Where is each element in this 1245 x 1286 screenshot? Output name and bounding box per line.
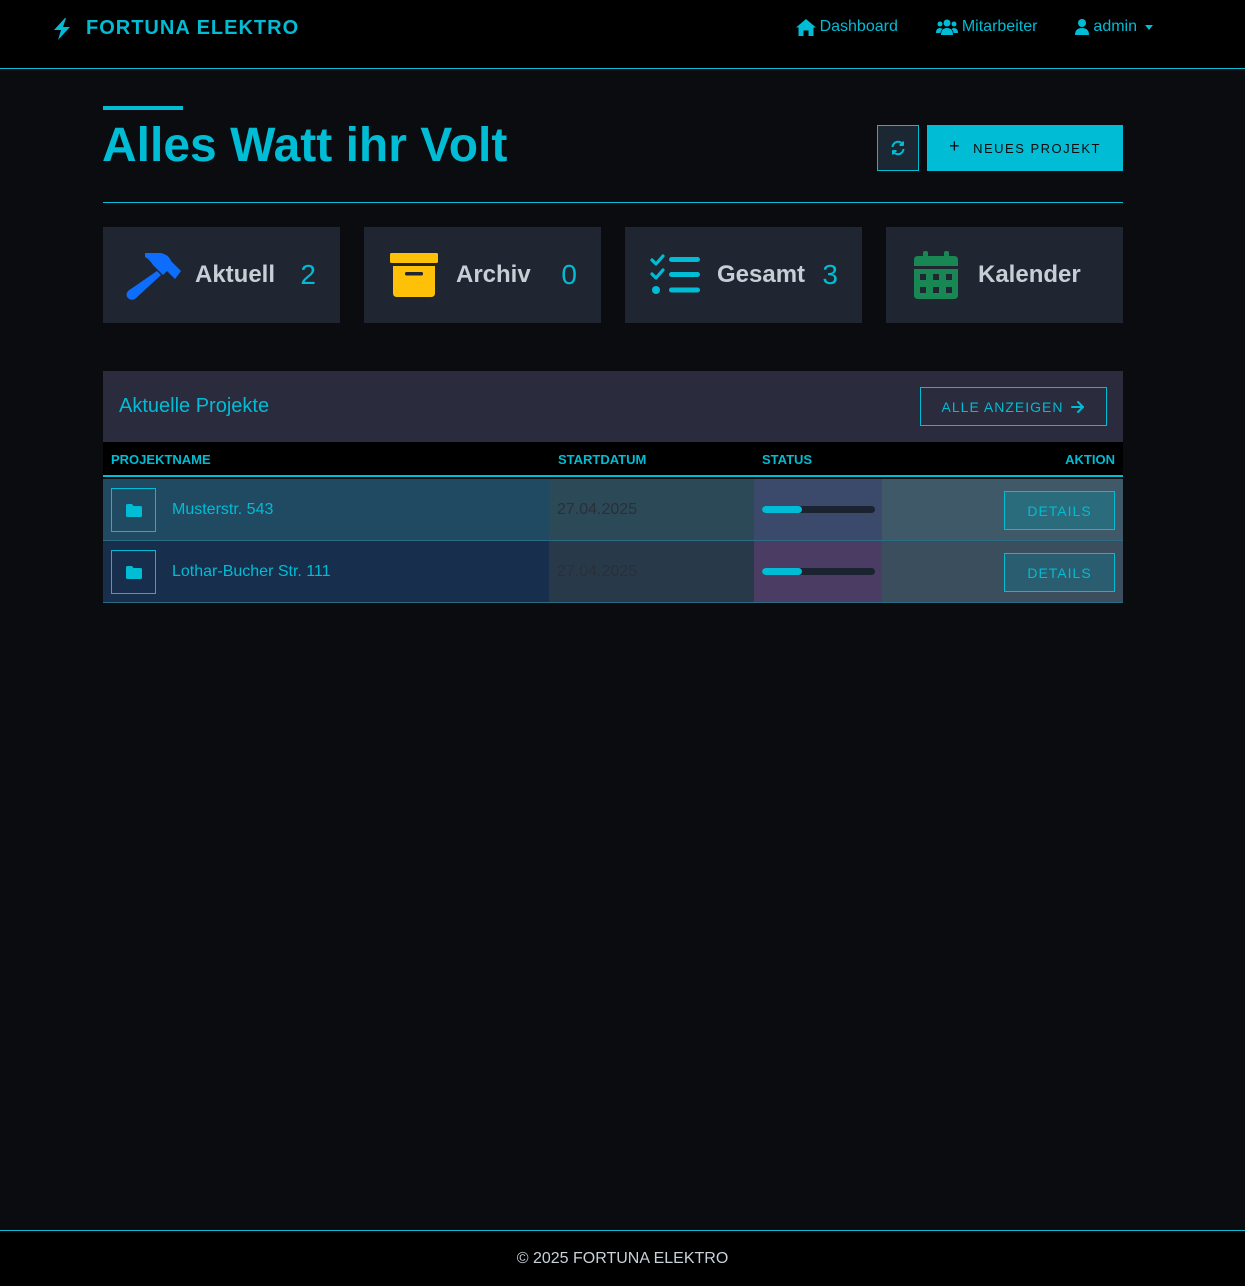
progress-bar — [762, 568, 875, 575]
details-button[interactable]: DETAILS — [1004, 491, 1115, 530]
calendar-icon — [908, 247, 964, 303]
navbar: FORTUNA ELEKTRO Dashboard Mitarbeiter ad… — [0, 0, 1245, 69]
nav-dashboard[interactable]: Dashboard — [795, 18, 898, 36]
stat-count: 2 — [300, 259, 316, 290]
show-all-label: ALLE ANZEIGEN — [941, 398, 1064, 415]
stat-count: 0 — [561, 259, 577, 290]
stat-label: Kalender — [978, 261, 1081, 288]
checklist-icon — [647, 247, 703, 303]
refresh-button[interactable] — [877, 125, 919, 171]
arrow-right-icon — [1063, 400, 1085, 413]
divider — [103, 202, 1123, 203]
nav-dashboard-label: Dashboard — [819, 18, 898, 35]
progress-fill — [762, 568, 802, 575]
stat-label: Archiv — [456, 261, 531, 288]
nav-employees-label: Mitarbeiter — [961, 18, 1038, 35]
page-title: Alles Watt ihr Volt — [102, 119, 508, 172]
footer: © 2025 FORTUNA ELEKTRO — [0, 1230, 1245, 1286]
table-row: Musterstr. 543 27.04.2025 DETAILS — [103, 479, 1123, 541]
progress-bar — [762, 506, 875, 513]
home-icon — [795, 18, 820, 36]
stat-label: Aktuell — [195, 261, 276, 288]
column-header: STARTDATUM — [558, 452, 647, 467]
brand-name: FORTUNA ELEKTRO — [86, 17, 300, 39]
start-date: 27.04.2025 — [557, 501, 638, 518]
column-header: STATUS — [762, 452, 813, 467]
user-icon — [1075, 19, 1093, 35]
bolt-icon — [52, 17, 72, 40]
folder-icon — [125, 565, 142, 579]
brand[interactable]: FORTUNA ELEKTRO — [52, 17, 299, 40]
chevron-down-icon — [1145, 24, 1153, 30]
new-project-button[interactable]: + NEUES PROJEKT — [927, 125, 1123, 171]
project-name-link[interactable]: Lothar-Bucher Str. 111 — [172, 563, 331, 581]
nav-employees[interactable]: Mitarbeiter — [935, 18, 1038, 36]
stat-count: 3 — [822, 259, 838, 290]
folder-icon — [125, 503, 142, 517]
start-date-cell: 27.04.2025 — [549, 479, 754, 540]
nav-links: Dashboard Mitarbeiter admin — [758, 18, 1153, 36]
status-cell — [754, 541, 882, 602]
project-name-cell: Lothar-Bucher Str. 111 — [103, 541, 549, 602]
start-date: 27.04.2025 — [557, 563, 638, 580]
archive-box-icon — [386, 247, 442, 303]
project-name-link[interactable]: Musterstr. 543 — [172, 501, 273, 519]
details-button[interactable]: DETAILS — [1004, 553, 1115, 592]
plus-icon: + — [949, 136, 962, 156]
stat-card-total[interactable]: Gesamt 3 — [625, 227, 862, 323]
user-menu-toggle[interactable]: admin — [1075, 18, 1153, 36]
column-header: PROJEKTNAME — [111, 452, 211, 467]
stat-card-current[interactable]: Aktuell 2 — [103, 227, 340, 323]
table-row: Lothar-Bucher Str. 111 27.04.2025 DETAIL… — [103, 541, 1123, 603]
stat-card-archive[interactable]: Archiv 0 — [364, 227, 601, 323]
folder-button[interactable] — [111, 488, 156, 532]
action-cell: DETAILS — [882, 479, 1123, 540]
projects-panel-title: Aktuelle Projekte — [119, 395, 270, 417]
refresh-icon — [890, 140, 906, 156]
projects-panel-header: Aktuelle Projekte ALLE ANZEIGEN — [103, 371, 1123, 442]
show-all-button[interactable]: ALLE ANZEIGEN — [920, 387, 1107, 426]
action-cell: DETAILS — [882, 541, 1123, 602]
stat-label: Gesamt — [717, 261, 806, 288]
status-cell — [754, 479, 882, 540]
table-header: PROJEKTNAME STARTDATUM STATUS AKTION — [103, 442, 1123, 477]
hammer-icon — [125, 247, 181, 303]
footer-text: © 2025 FORTUNA ELEKTRO — [516, 1249, 729, 1267]
stat-card-calendar[interactable]: Kalender — [886, 227, 1123, 323]
project-name-cell: Musterstr. 543 — [103, 479, 549, 540]
start-date-cell: 27.04.2025 — [549, 541, 754, 602]
user-name: admin — [1093, 18, 1137, 35]
progress-fill — [762, 506, 802, 513]
folder-button[interactable] — [111, 550, 156, 594]
users-icon — [935, 19, 962, 35]
new-project-label: NEUES PROJEKT — [973, 140, 1101, 156]
title-accent-bar — [103, 106, 183, 110]
column-header: AKTION — [1065, 452, 1115, 467]
